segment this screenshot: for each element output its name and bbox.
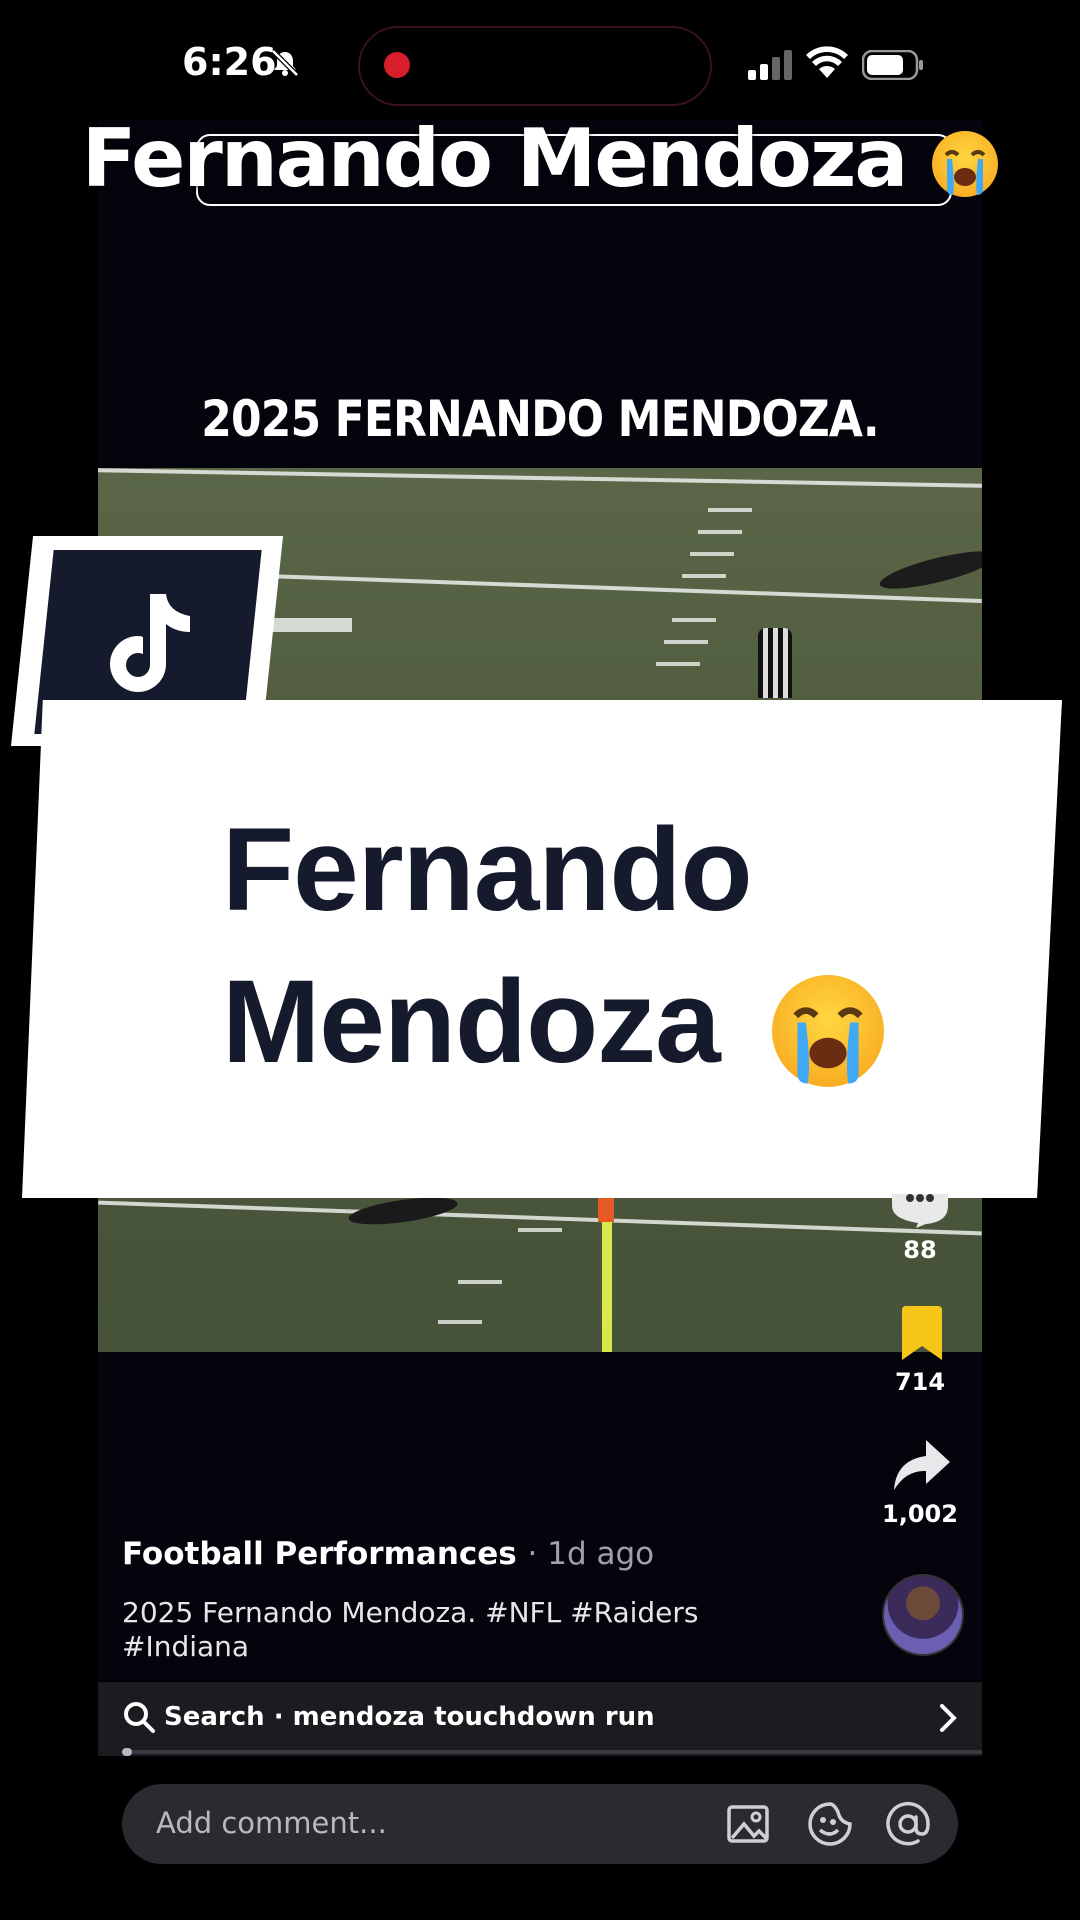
video-caption-text: 2025 FERNANDO MENDOZA. [201,390,879,448]
video-progress-handle[interactable] [122,1748,132,1756]
banner-line-2: Mendoza [222,954,884,1090]
creator-avatar[interactable] [882,1574,964,1656]
search-icon [124,1702,155,1733]
comment-icon[interactable] [892,1194,948,1228]
overlay-title-text: Fernando Mendoza [81,112,909,205]
tiktok-icon [110,594,190,692]
battery-icon [862,50,923,80]
sticker-icon[interactable] [806,1800,854,1848]
save-count: 714 [894,1368,946,1396]
recording-indicator [384,52,410,78]
banner-line-1: Fernando [222,804,753,936]
mute-icon [271,49,299,77]
dynamic-island [358,26,712,106]
author-line: Football Performances · 1d ago [122,1536,654,1572]
related-search-text: Search · mendoza touchdown run [164,1702,655,1732]
mention-icon[interactable] [884,1800,932,1848]
image-icon[interactable] [726,1802,770,1846]
post-caption[interactable]: 2025 Fernando Mendoza. #NFL #Raiders #In… [122,1596,762,1664]
crying-emoji-icon [771,974,884,1087]
bookmark-icon[interactable] [900,1306,944,1360]
title-banner [22,700,1062,1198]
comment-count: 88 [903,1236,937,1264]
post-time: · 1d ago [527,1536,655,1572]
author-name[interactable]: Football Performances [122,1536,517,1572]
banner-line-2-text: Mendoza [222,956,721,1088]
signal-icon [748,50,792,80]
chevron-right-icon[interactable] [936,1702,960,1734]
comment-input[interactable]: Add comment... [156,1806,387,1840]
wifi-icon [806,46,848,78]
status-time: 6:26 [182,40,277,84]
video-progress-track[interactable] [122,1750,982,1754]
share-count: 1,002 [882,1500,958,1528]
crying-emoji-icon [932,131,999,198]
overlay-title: Fernando Mendoza [0,112,1080,205]
share-icon[interactable] [894,1440,950,1490]
